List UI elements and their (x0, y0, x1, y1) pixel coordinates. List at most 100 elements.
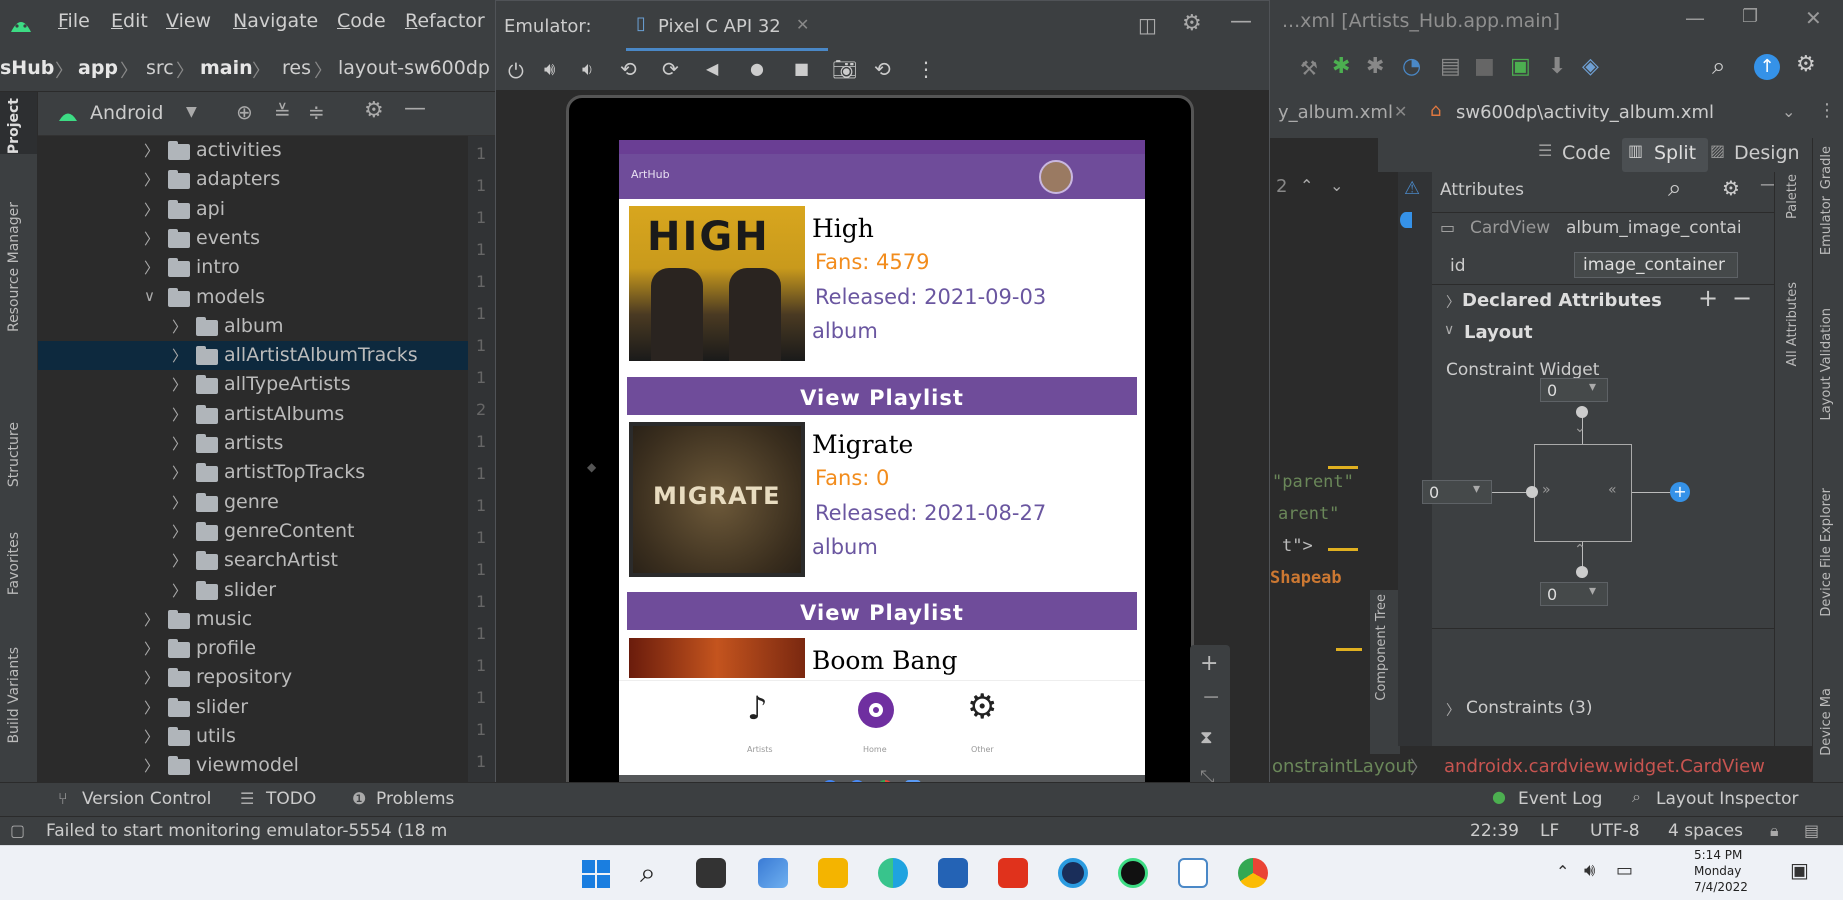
breadcrumb-layout[interactable]: layout-sw600dp (338, 57, 490, 79)
stop-icon[interactable]: ■ (1474, 54, 1495, 79)
constraint-handle-top[interactable] (1576, 406, 1588, 418)
tree-item[interactable]: 〉 intro (38, 253, 468, 282)
task-view-icon[interactable] (696, 858, 726, 888)
back-icon[interactable]: ◀ (706, 59, 718, 78)
nav-item-artists[interactable]: ♪ Artists (743, 689, 783, 759)
store-icon[interactable] (938, 858, 968, 888)
chevron-right-icon[interactable]: 〉 (144, 140, 159, 161)
window-mode-icon[interactable]: ◫ (1138, 13, 1157, 37)
tab-emulator[interactable]: Emulator (1819, 196, 1834, 255)
more-icon[interactable]: ⋮ (916, 57, 936, 81)
menu-refactor[interactable]: Refactor (405, 10, 485, 32)
windows-start-icon[interactable] (582, 860, 610, 888)
volume-down-icon[interactable]: 🔉︎ (582, 59, 593, 80)
close-tab-icon[interactable]: ✕ (796, 15, 809, 34)
next-icon[interactable]: ⌄ (1330, 176, 1343, 195)
tree-item[interactable]: 〉 utils (38, 722, 468, 751)
chevron-right-icon[interactable]: 〉 (172, 316, 187, 337)
breadcrumb-main[interactable]: main (200, 57, 253, 79)
layout-section[interactable]: Layout (1464, 322, 1533, 343)
tree-item[interactable]: 〉 adapters (38, 165, 468, 194)
chevron-down-icon[interactable]: ▼ (186, 104, 197, 120)
status-indent[interactable]: 4 spaces (1668, 821, 1743, 841)
camera-icon[interactable]: 📷︎ (832, 57, 857, 81)
constraint-handle-left[interactable] (1526, 486, 1538, 498)
breadcrumb-app[interactable]: app (78, 57, 118, 79)
chevron-right-icon[interactable]: 〉 (144, 726, 159, 747)
close-tab-icon[interactable]: ✕ (1394, 102, 1407, 121)
tab-device[interactable]: ▯ Pixel C API 32 ✕ (626, 1, 828, 51)
app-icon[interactable] (1058, 858, 1088, 888)
taskbar-time[interactable]: 5:14 PM (1694, 848, 1742, 862)
status-encoding[interactable]: UTF-8 (1590, 821, 1640, 841)
tree-item[interactable]: ∨ models (38, 283, 468, 312)
apply-changes-icon[interactable]: ◔ (1402, 54, 1421, 79)
power-icon[interactable]: ⏻ (508, 59, 524, 83)
taskbar-date[interactable]: 7/4/2022 (1694, 880, 1748, 894)
chevron-right-icon[interactable]: 〉 (172, 580, 187, 601)
minimize-icon[interactable]: — (1685, 6, 1705, 30)
tree-item[interactable]: 〉 viewmodel (38, 751, 468, 780)
search-icon[interactable]: ⌕ (1668, 174, 1681, 202)
zoom-in-icon[interactable]: + (1200, 651, 1218, 676)
search-icon[interactable]: ⌕ (1712, 52, 1725, 80)
menu-navigate[interactable]: Navigate (233, 10, 318, 32)
tree-item[interactable]: 〉 allArtistAlbumTracks (38, 341, 468, 370)
chevron-right-icon[interactable]: 〉 (144, 169, 159, 190)
constraints-section[interactable]: Constraints (3) (1466, 698, 1592, 718)
album-card[interactable]: HIGH High Fans: 4579 Released: 2021-09-0… (625, 206, 1139, 381)
debug-icon[interactable]: ✱ (1332, 54, 1350, 79)
gear-icon[interactable]: ⚙ (1796, 52, 1816, 77)
nav-item-other[interactable]: ⚙ Other (963, 687, 1013, 759)
tree-item[interactable]: 〉 repository (38, 663, 468, 692)
tree-item[interactable]: 〉 artists (38, 429, 468, 458)
avatar[interactable] (1039, 160, 1073, 194)
chevron-right-icon[interactable]: 〉 (172, 492, 187, 513)
android-studio-taskbar-icon[interactable] (1178, 858, 1208, 888)
update-icon[interactable]: ↑ (1754, 54, 1780, 80)
view-mode-design[interactable]: Design (1734, 142, 1800, 164)
margin-bottom-select[interactable]: 0 ▾ (1540, 582, 1608, 606)
tab-structure[interactable]: Structure (6, 422, 22, 487)
breadcrumb-src[interactable]: src (146, 57, 174, 79)
tree-item[interactable]: 〉 music (38, 605, 468, 634)
overview-icon[interactable]: ■ (794, 59, 809, 78)
volume-up-icon[interactable]: 🔊︎ (544, 59, 555, 80)
hide-icon[interactable]: — (1230, 9, 1252, 34)
chevron-right-icon[interactable]: 〉 (172, 374, 187, 395)
album-card[interactable]: MIGRATE Migrate Fans: 0 Released: 2021-0… (625, 422, 1139, 597)
tab-device-manager[interactable]: Device Ma (1819, 688, 1834, 756)
tab-event-log[interactable]: Event Log (1518, 789, 1602, 809)
home-icon[interactable]: ● (750, 59, 764, 78)
chevron-down-icon[interactable]: ⌄ (1782, 102, 1795, 121)
rotate-right-icon[interactable]: ⟳ (662, 57, 679, 81)
edge-icon[interactable] (878, 858, 908, 888)
chevron-down-icon[interactable]: ∨ (1444, 322, 1454, 338)
tree-item[interactable]: 〉 genreContent (38, 517, 468, 546)
status-line-separator[interactable]: LF (1540, 821, 1559, 841)
chevron-right-icon[interactable]: 〉 (144, 638, 159, 659)
tab-build-variants[interactable]: Build Variants (6, 647, 22, 744)
collapse-all-icon[interactable]: ≚ (274, 100, 291, 124)
widgets-icon[interactable] (758, 858, 788, 888)
chevron-right-icon[interactable]: 〉 (144, 697, 159, 718)
profile-icon[interactable]: ✱ (1366, 54, 1384, 79)
tree-item[interactable]: 〉 album (38, 312, 468, 341)
office-icon[interactable] (998, 858, 1028, 888)
album-card[interactable]: Boom Bang (625, 638, 1139, 678)
tab-resource-manager[interactable]: Resource Manager (6, 202, 22, 332)
chevron-right-icon[interactable]: 〉 (172, 462, 187, 483)
chrome-icon[interactable] (1238, 858, 1268, 888)
sdk-manager-icon[interactable]: ⬇ (1548, 54, 1566, 79)
chevron-right-icon[interactable]: 〉 (1446, 700, 1460, 720)
expand-all-icon[interactable]: ≑ (308, 100, 325, 124)
chevron-right-icon[interactable]: 〉 (144, 199, 159, 220)
margin-left-select[interactable]: 0 ▾ (1422, 480, 1492, 504)
hammer-icon[interactable]: ⚒ (1300, 56, 1318, 80)
status-cursor-position[interactable]: 22:39 (1470, 821, 1519, 841)
path-item[interactable]: androidx.cardview.widget.CardView (1444, 756, 1765, 777)
chevron-down-icon[interactable]: ∨ (144, 287, 155, 305)
chevron-right-icon[interactable]: 〉 (172, 404, 187, 425)
fit-screen-icon[interactable]: ⧗ (1200, 727, 1213, 748)
attach-icon[interactable]: ▤ (1440, 54, 1461, 79)
